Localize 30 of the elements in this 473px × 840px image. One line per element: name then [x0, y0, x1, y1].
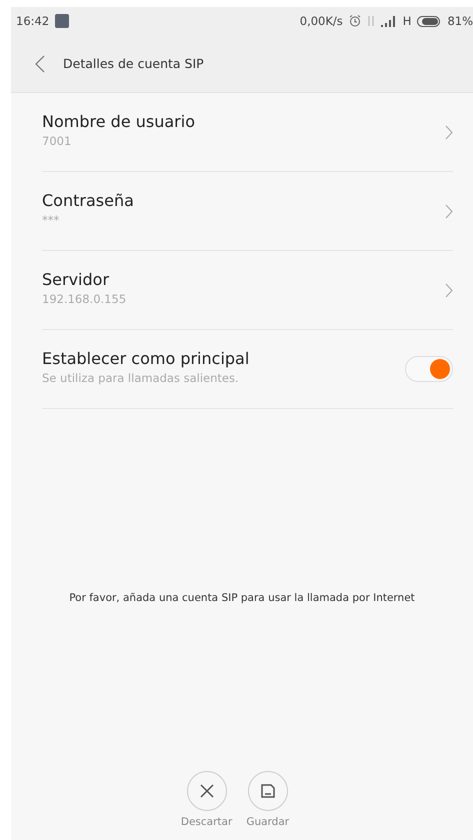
alarm-icon: [348, 15, 361, 27]
info-message: Por favor, añada una cuenta SIP para usar la llamada por Internet: [68, 592, 416, 604]
notification-icon: [55, 14, 70, 28]
setting-value: 192.168.0.155: [42, 292, 128, 306]
screen-title: Detalles de cuenta SIP: [63, 56, 204, 71]
setting-row[interactable]: Establecer como principal Se utiliza para llamadas salientes.: [42, 330, 453, 409]
setting-row[interactable]: Contraseña ***: [42, 172, 453, 251]
chevron-icon: [445, 282, 453, 298]
chevron-icon: [445, 204, 453, 218]
data-arrows-icon: [366, 15, 375, 27]
back-icon[interactable]: [35, 54, 45, 72]
setting-row[interactable]: Nombre de usuario 7001: [42, 93, 453, 172]
setting-title: Contraseña: [42, 191, 135, 210]
setting-title: Servidor: [42, 270, 110, 289]
toggle-switch[interactable]: [405, 356, 453, 382]
signal-icon: [380, 16, 397, 26]
setting-value: ***: [42, 213, 60, 227]
network-type: H: [402, 14, 412, 28]
close-icon: [198, 783, 215, 799]
setting-row[interactable]: Servidor 192.168.0.155: [42, 251, 453, 330]
clock: 16:42: [16, 14, 50, 28]
network-speed: 0,00K/s: [300, 14, 343, 28]
battery-level: 81%: [447, 14, 473, 28]
setting-value: 7001: [42, 134, 72, 148]
setting-title: Establecer como principal: [42, 349, 250, 368]
floppy-icon: [260, 783, 276, 799]
setting-title: Nombre de usuario: [42, 112, 196, 131]
battery-icon: [417, 16, 442, 26]
chevron-icon: [445, 124, 453, 140]
setting-value: Se utiliza para llamadas salientes.: [42, 371, 240, 385]
